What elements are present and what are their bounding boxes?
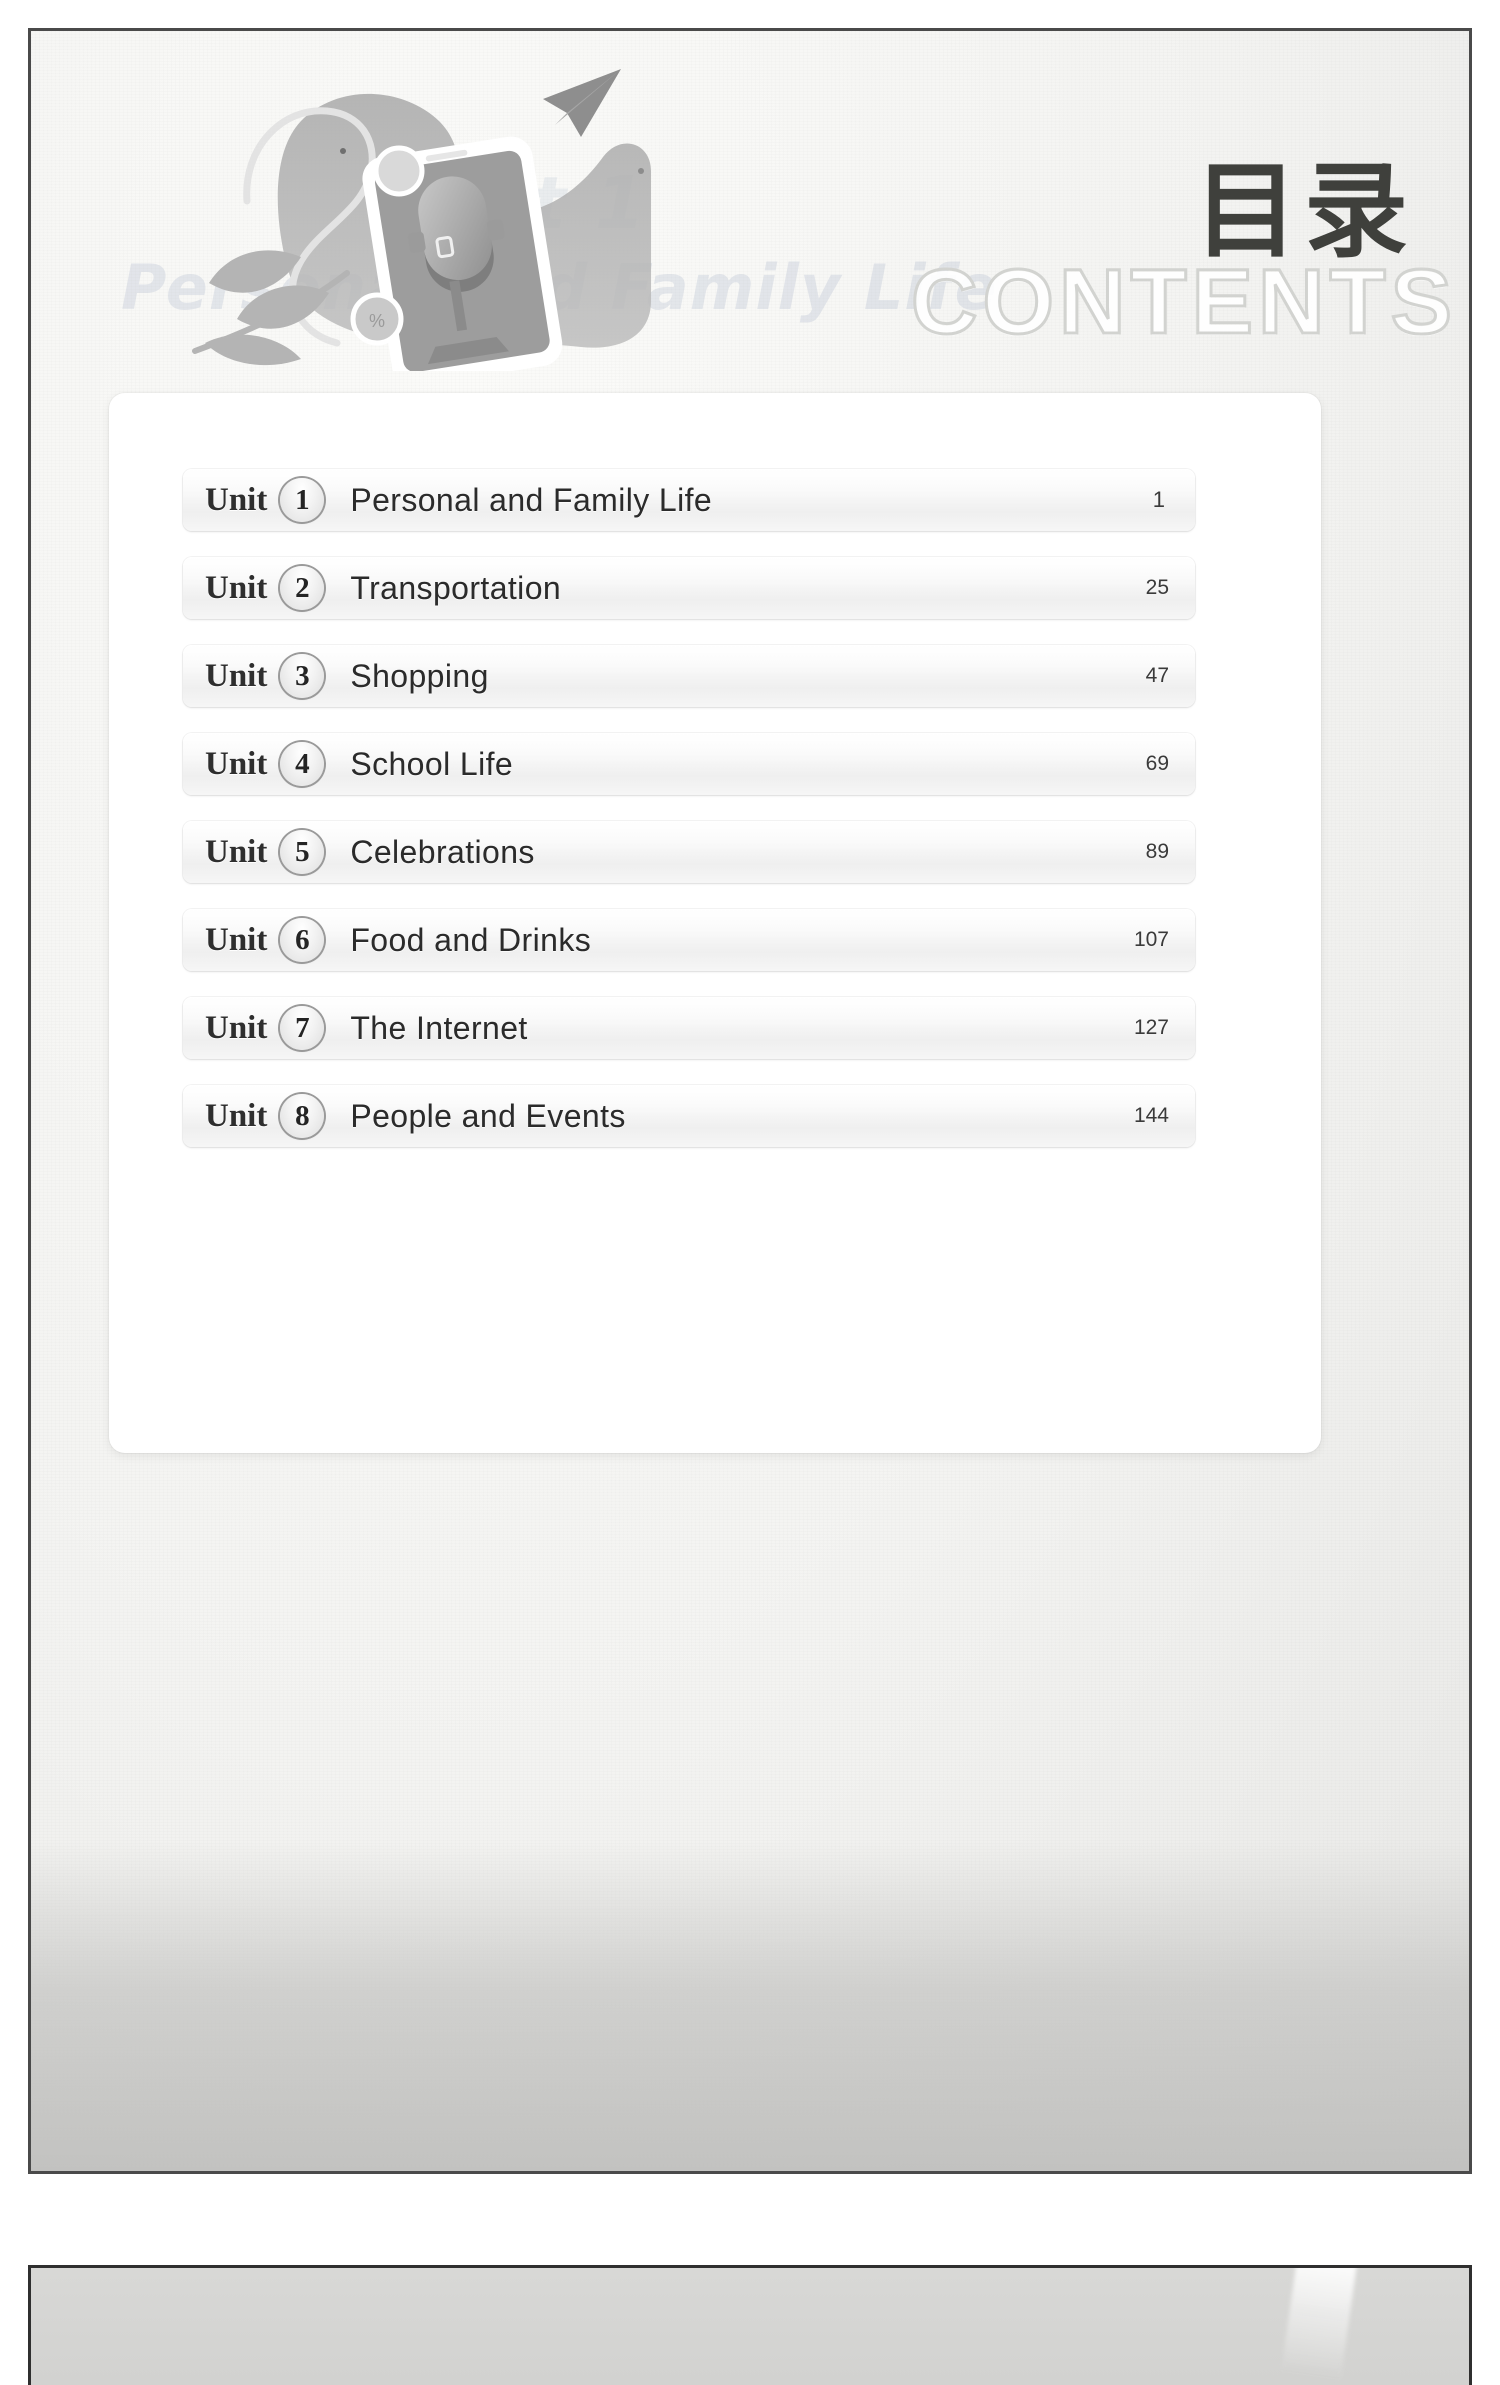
unit-title-label: Shopping — [350, 657, 489, 694]
speck-dot — [340, 148, 346, 154]
unit-word-label: Unit — [205, 569, 268, 606]
coin-badge-icon — [373, 145, 425, 197]
toc-list: Unit 1 Personal and Family Life 1 Unit 2… — [183, 469, 1195, 1173]
paper-plane-icon — [543, 69, 621, 137]
toc-row-unit-3[interactable]: Unit 3 Shopping 47 — [183, 645, 1195, 707]
svg-text:%: % — [369, 311, 385, 331]
scan-glare — [1280, 2268, 1358, 2382]
scanned-page-1: Unit 1 Personal and Family Life — [28, 28, 1472, 2174]
unit-word-label: Unit — [205, 833, 268, 870]
page-title-cn: 目录 — [1193, 150, 1414, 272]
page-title-en: CONTENTS — [910, 251, 1457, 353]
unit-title-label: Personal and Family Life — [350, 481, 713, 518]
page-number: 107 — [1133, 928, 1169, 951]
unit-word-label: Unit — [205, 1009, 268, 1046]
toc-row-unit-4[interactable]: Unit 4 School Life 69 — [183, 733, 1195, 795]
unit-word-label: Unit — [205, 481, 268, 518]
unit-number-badge: 4 — [280, 742, 325, 786]
page-bottom-shading — [31, 1841, 1469, 2171]
scanned-page-2 — [28, 2265, 1472, 2385]
toc-row-unit-6[interactable]: Unit 6 Food and Drinks 107 — [183, 909, 1195, 971]
unit-title-label: Celebrations — [350, 833, 535, 870]
unit-number-badge: 6 — [280, 918, 325, 962]
unit-title-label: The Internet — [350, 1009, 528, 1046]
toc-row-unit-1[interactable]: Unit 1 Personal and Family Life 1 — [183, 469, 1195, 531]
unit-title-label: School Life — [350, 745, 514, 782]
page-number: 89 — [1145, 840, 1169, 863]
toc-row-unit-5[interactable]: Unit 5 Celebrations 89 — [183, 821, 1195, 883]
page-number: 127 — [1133, 1016, 1169, 1039]
unit-word-label: Unit — [205, 921, 268, 958]
page-number: 25 — [1145, 576, 1169, 599]
unit-number-badge: 8 — [280, 1094, 325, 1138]
page-number: 69 — [1145, 752, 1169, 775]
page-number: 47 — [1145, 664, 1169, 687]
unit-title-label: Transportation — [350, 569, 562, 606]
toc-row-unit-8[interactable]: Unit 8 People and Events 144 — [183, 1085, 1195, 1147]
unit-word-label: Unit — [205, 657, 268, 694]
unit-number-badge: 5 — [280, 830, 325, 874]
unit-number-badge: 2 — [280, 566, 325, 610]
toc-row-unit-7[interactable]: Unit 7 The Internet 127 — [183, 997, 1195, 1059]
unit-title-label: People and Events — [350, 1097, 626, 1134]
unit-number-badge: 1 — [280, 478, 325, 522]
page-number: 1 — [1152, 487, 1165, 512]
page-header: Unit 1 Personal and Family Life — [31, 31, 1469, 371]
unit-title-label: Food and Drinks — [350, 921, 592, 958]
unit-word-label: Unit — [205, 745, 268, 782]
page-number: 144 — [1133, 1104, 1169, 1127]
header-illustration: % — [192, 69, 651, 371]
speck-dot — [638, 168, 644, 174]
toc-row-unit-2[interactable]: Unit 2 Transportation 25 — [183, 557, 1195, 619]
unit-number-badge: 7 — [280, 1006, 325, 1050]
unit-number-badge: 3 — [280, 654, 325, 698]
unit-word-label: Unit — [205, 1097, 268, 1134]
contents-card: Unit 1 Personal and Family Life 1 Unit 2… — [109, 393, 1321, 1453]
